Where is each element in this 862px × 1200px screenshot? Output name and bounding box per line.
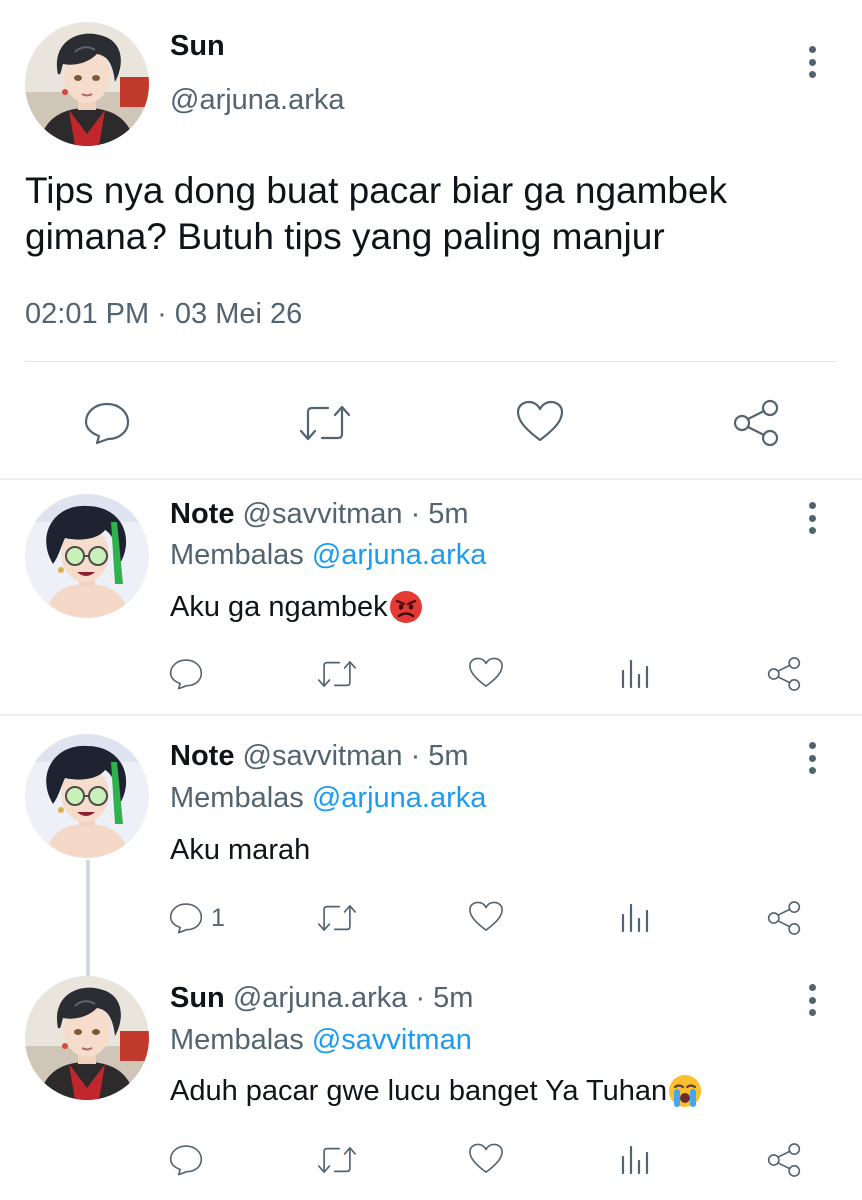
reply-header: Note @savvitman · 5m <box>170 498 469 531</box>
replying-to: Membalas @savvitman <box>170 1024 472 1057</box>
reply-actions <box>0 1138 862 1188</box>
reply-actions: 1 <box>0 896 862 946</box>
reply-text: Aku marah <box>170 834 310 867</box>
tweet-text: Tips nya dong buat pacar biar ga ngambek… <box>25 168 845 260</box>
separator: · <box>410 740 421 772</box>
replying-prefix: Membalas <box>170 1024 304 1056</box>
author-name[interactable]: Sun <box>170 30 225 63</box>
reply-count: 1 <box>211 903 225 932</box>
avatar[interactable] <box>25 494 149 618</box>
like-icon[interactable] <box>467 899 505 935</box>
reply-icon[interactable]: 1 <box>167 900 225 936</box>
avatar[interactable] <box>25 22 149 146</box>
reply-time[interactable]: 5m <box>428 740 468 772</box>
main-tweet: Sun @arjuna.arka Tips nya dong buat paca… <box>0 0 862 478</box>
share-icon[interactable] <box>765 655 803 693</box>
reply-icon[interactable] <box>167 656 211 692</box>
author-name[interactable]: Note <box>170 740 234 772</box>
reply-tweet: Note @savvitman · 5m Membalas @arjuna.ar… <box>0 716 862 956</box>
author-handle[interactable]: @savvitman <box>243 498 403 530</box>
retweet-icon[interactable] <box>296 400 354 446</box>
loudly-crying-face-emoji <box>669 1075 702 1107</box>
mention-link[interactable]: @arjuna.arka <box>312 539 487 571</box>
divider <box>25 361 837 362</box>
share-icon[interactable] <box>730 398 782 448</box>
reply-tweet: Note @savvitman · 5m Membalas @arjuna.ar… <box>0 480 862 714</box>
retweet-icon[interactable] <box>315 900 359 936</box>
like-icon[interactable] <box>467 655 505 691</box>
author-handle[interactable]: @savvitman <box>243 740 403 772</box>
author-handle[interactable]: @arjuna.arka <box>233 982 408 1014</box>
reply-tweet: Sun @arjuna.arka · 5m Membalas @savvitma… <box>0 958 862 1200</box>
avatar[interactable] <box>25 976 149 1100</box>
more-options-icon[interactable] <box>802 42 822 82</box>
replying-prefix: Membalas <box>170 539 304 571</box>
share-icon[interactable] <box>765 899 803 937</box>
tweet-text-line: gimana? Butuh tips yang paling manjur <box>25 216 665 257</box>
separator: · <box>410 498 421 530</box>
analytics-icon[interactable] <box>618 657 652 691</box>
angry-face-emoji <box>389 591 422 623</box>
share-icon[interactable] <box>765 1141 803 1179</box>
author-name[interactable]: Note <box>170 498 234 530</box>
mention-link[interactable]: @arjuna.arka <box>312 782 487 814</box>
more-options-icon[interactable] <box>802 980 822 1020</box>
mention-link[interactable]: @savvitman <box>312 1024 472 1056</box>
reply-time[interactable]: 5m <box>428 498 468 530</box>
like-icon[interactable] <box>514 398 566 446</box>
reply-text-content: Aku marah <box>170 834 311 866</box>
retweet-icon[interactable] <box>315 656 359 692</box>
separator: · <box>415 982 426 1014</box>
retweet-icon[interactable] <box>315 1142 359 1178</box>
analytics-icon[interactable] <box>618 1143 652 1177</box>
replying-to: Membalas @arjuna.arka <box>170 782 486 815</box>
tweet-text-line: Tips nya dong buat pacar biar ga ngambek <box>25 170 728 211</box>
reply-text-content: Aku ga ngambek <box>170 590 388 623</box>
reply-icon[interactable] <box>167 1142 211 1178</box>
replying-to: Membalas @arjuna.arka <box>170 539 486 572</box>
tweet-timestamp[interactable]: 02:01 PM · 03 Mei 26 <box>25 298 302 331</box>
replying-prefix: Membalas <box>170 782 304 814</box>
reply-icon[interactable] <box>81 400 133 446</box>
author-name[interactable]: Sun <box>170 982 225 1014</box>
more-options-icon[interactable] <box>802 738 822 778</box>
reply-text-content: Aduh pacar gwe lucu banget Ya Tuhan <box>170 1074 668 1107</box>
reply-time[interactable]: 5m <box>433 982 473 1014</box>
author-handle[interactable]: @arjuna.arka <box>170 84 345 117</box>
tweet-actions <box>0 380 862 460</box>
reply-header: Sun @arjuna.arka · 5m <box>170 982 473 1015</box>
like-icon[interactable] <box>467 1141 505 1177</box>
reply-header: Note @savvitman · 5m <box>170 740 469 773</box>
reply-text: Aku ga ngambek <box>170 590 423 624</box>
analytics-icon[interactable] <box>618 901 652 935</box>
reply-actions <box>0 652 862 702</box>
reply-text: Aduh pacar gwe lucu banget Ya Tuhan <box>170 1074 702 1108</box>
avatar[interactable] <box>25 734 149 858</box>
more-options-icon[interactable] <box>802 498 822 538</box>
